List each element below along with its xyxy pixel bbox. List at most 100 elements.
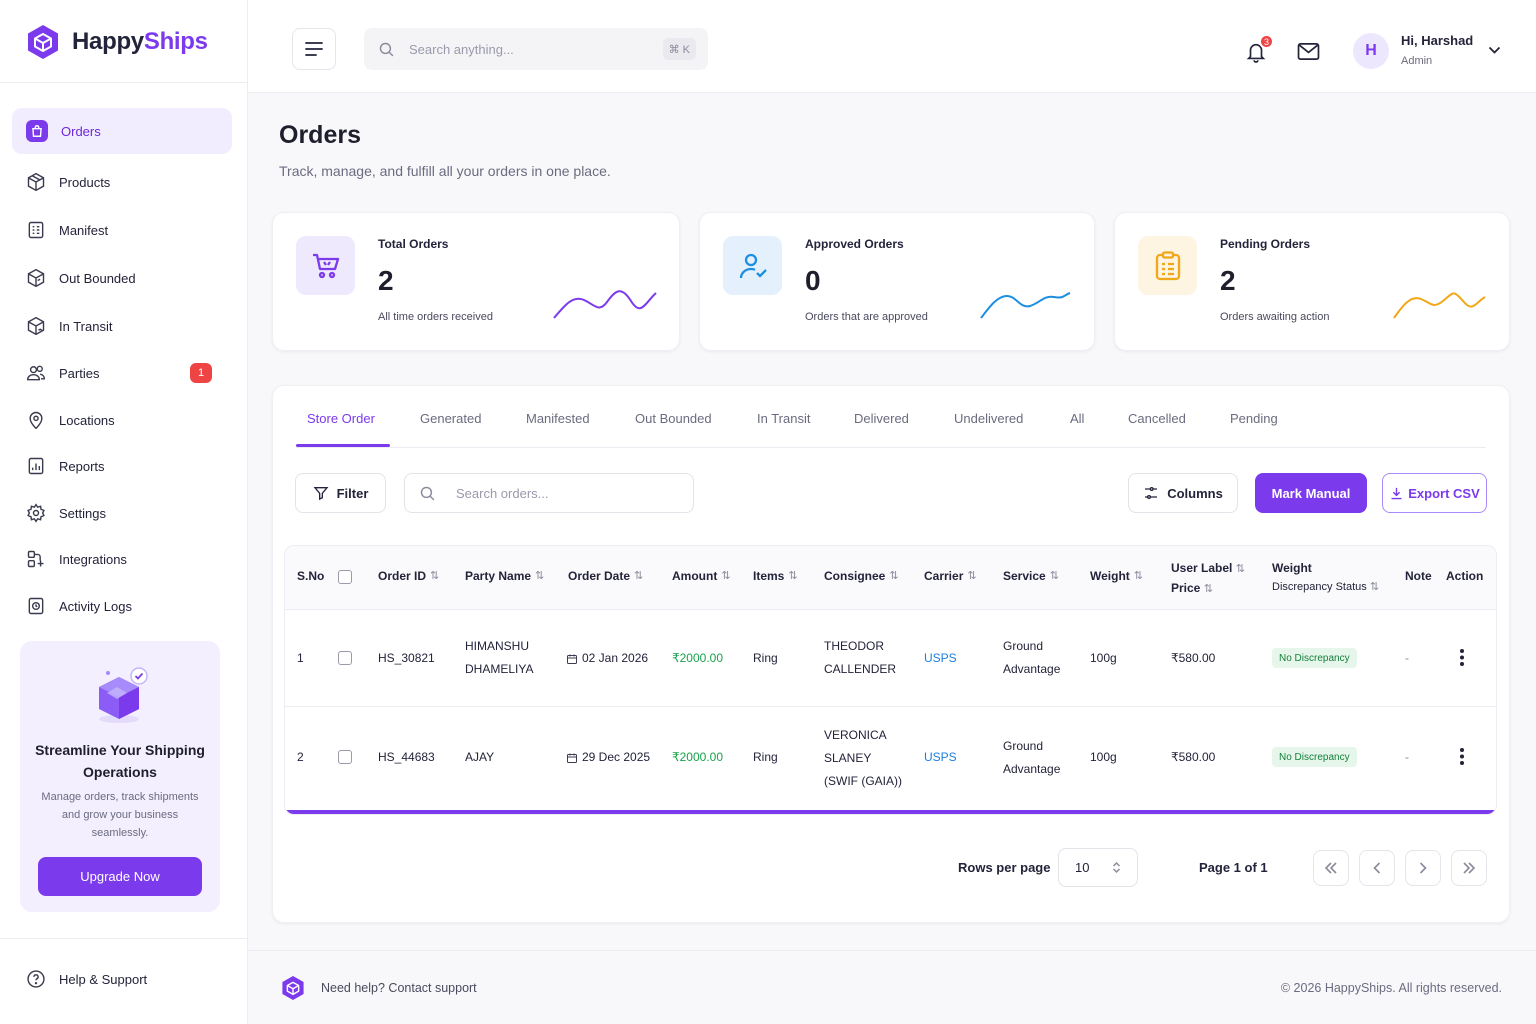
select-all-checkbox[interactable] [338, 570, 352, 584]
col-carrier[interactable]: Carrier ⇅ [924, 567, 977, 586]
sidebar-item-parties[interactable]: Parties 1 [12, 350, 232, 396]
col-consignee[interactable]: Consignee ⇅ [824, 567, 899, 586]
cell-carrier[interactable]: USPS [924, 746, 957, 769]
sort-icon: ⇅ [1235, 563, 1245, 575]
next-page-button[interactable] [1405, 850, 1441, 886]
cell-carrier[interactable]: USPS [924, 647, 957, 670]
sidebar-item-label: Activity Logs [59, 598, 132, 614]
tab-generated[interactable]: Generated [420, 411, 481, 426]
search-icon [420, 486, 435, 500]
sidebar-item-settings[interactable]: Settings [12, 490, 232, 536]
activity-log-icon [26, 596, 46, 616]
col-weight[interactable]: Weight ⇅ [1090, 567, 1143, 586]
cell-sno: 2 [297, 750, 304, 764]
col-service[interactable]: Service ⇅ [1003, 567, 1059, 586]
footer-logo-icon [281, 975, 305, 1001]
sidebar-item-label: Parties [59, 365, 100, 381]
export-csv-button[interactable]: Export CSV [1382, 473, 1487, 513]
page-subtitle: Track, manage, and fulfill all your orde… [279, 163, 611, 179]
cell-order-id[interactable]: HS_44683 [378, 746, 435, 769]
shipping-box-illustration-icon [99, 667, 148, 723]
previous-page-button[interactable] [1359, 850, 1395, 886]
tab-undelivered[interactable]: Undelivered [954, 411, 1023, 426]
sidebar-item-label: Manifest [59, 222, 109, 238]
parties-count-badge: 1 [190, 363, 212, 383]
col-amount[interactable]: Amount ⇅ [672, 567, 731, 586]
user-avatar[interactable]: H [1353, 33, 1389, 69]
tab-delivered[interactable]: Delivered [854, 411, 909, 426]
row-actions-button[interactable] [1456, 748, 1468, 766]
row-checkbox[interactable] [338, 651, 352, 665]
rows-per-page-select[interactable]: 10 [1058, 848, 1138, 887]
sidebar-item-out-bounded[interactable]: Out Bounded [12, 255, 232, 301]
first-page-button[interactable] [1313, 850, 1349, 886]
user-menu-toggle[interactable] [1488, 46, 1501, 55]
row-checkbox[interactable] [338, 750, 352, 764]
clipboard-icon [1138, 236, 1197, 295]
tab-all[interactable]: All [1070, 411, 1084, 426]
brand-logo[interactable]: HappyShips [26, 24, 208, 60]
stat-card-pending-orders: Pending Orders 2 Orders awaiting action [1114, 212, 1510, 351]
col-party-name[interactable]: Party Name ⇅ [465, 567, 544, 586]
status-badge: No Discrepancy [1272, 747, 1357, 767]
tab-in-transit[interactable]: In Transit [757, 411, 810, 426]
columns-label: Columns [1167, 485, 1223, 501]
col-order-date[interactable]: Order Date ⇅ [568, 567, 643, 586]
sidebar: HappyShips Orders Products Manifest Out … [0, 0, 248, 1024]
cell-service: Ground Advantage [1003, 639, 1061, 676]
search-shortcut-hint: ⌘ K [662, 38, 696, 60]
stat-card-approved-orders: Approved Orders 0 Orders that are approv… [699, 212, 1095, 351]
sidebar-item-activity-logs[interactable]: Activity Logs [12, 583, 232, 629]
sort-icon: ⇅ [634, 570, 644, 582]
sort-icon: ⇅ [788, 570, 798, 582]
user-role: Admin [1401, 55, 1433, 67]
promo-text: Manage orders, track shipments and grow … [41, 791, 199, 839]
col-items[interactable]: Items ⇅ [753, 567, 798, 586]
footer-help-link[interactable]: Need help? Contact support [321, 981, 477, 995]
sort-icon: ⇅ [1203, 583, 1213, 595]
cell-note: - [1405, 750, 1409, 764]
col-order-id[interactable]: Order ID ⇅ [378, 567, 439, 586]
col-weight-discrepancy[interactable]: Weight Discrepancy Status ⇅ [1272, 559, 1379, 597]
active-tab-indicator [296, 444, 390, 447]
filter-button[interactable]: Filter [295, 473, 386, 513]
sidebar-item-reports[interactable]: Reports [12, 443, 232, 489]
tab-store-order[interactable]: Store Order [307, 411, 375, 426]
integrations-icon [26, 549, 46, 569]
sort-icon: ⇅ [721, 570, 731, 582]
sidebar-item-integrations[interactable]: Integrations [12, 536, 232, 582]
map-pin-icon [26, 410, 46, 430]
menu-toggle-button[interactable] [292, 28, 336, 70]
sparkline [1393, 292, 1486, 319]
sidebar-item-in-transit[interactable]: In Transit [12, 303, 232, 349]
tab-cancelled[interactable]: Cancelled [1128, 411, 1186, 426]
chevron-right-icon [1419, 862, 1427, 874]
mark-manual-button[interactable]: Mark Manual [1255, 473, 1367, 513]
chevron-left-icon [1373, 862, 1381, 874]
messages-button[interactable] [1297, 42, 1320, 61]
row-actions-button[interactable] [1456, 649, 1468, 667]
col-user-label-price[interactable]: User Label ⇅ Price ⇅ [1171, 559, 1245, 599]
tab-pending[interactable]: Pending [1230, 411, 1278, 426]
notifications-button[interactable]: 3 [1245, 34, 1274, 64]
sidebar-item-locations[interactable]: Locations [12, 397, 232, 443]
sidebar-item-label: Locations [59, 412, 115, 428]
sidebar-item-orders[interactable]: Orders [12, 108, 232, 154]
sidebar-item-label: In Transit [59, 318, 113, 334]
orders-search-input[interactable]: Search orders... [404, 473, 694, 513]
status-badge: No Discrepancy [1272, 648, 1357, 668]
help-support-link[interactable]: Help & Support [12, 956, 232, 1002]
sidebar-item-manifest[interactable]: Manifest [12, 207, 232, 253]
columns-button[interactable]: Columns [1128, 473, 1238, 513]
cell-order-id[interactable]: HS_30821 [378, 647, 435, 670]
global-search-input[interactable]: Search anything... ⌘ K [364, 28, 708, 70]
cell-service: Ground Advantage [1003, 739, 1061, 776]
sort-icon: ⇅ [889, 570, 899, 582]
tab-out-bounded[interactable]: Out Bounded [635, 411, 712, 426]
tab-manifested[interactable]: Manifested [526, 411, 590, 426]
upgrade-now-button[interactable]: Upgrade Now [38, 857, 202, 896]
sidebar-item-products[interactable]: Products [12, 159, 232, 205]
user-check-icon [723, 236, 782, 295]
sort-icon: ⇅ [535, 570, 545, 582]
last-page-button[interactable] [1451, 850, 1487, 886]
